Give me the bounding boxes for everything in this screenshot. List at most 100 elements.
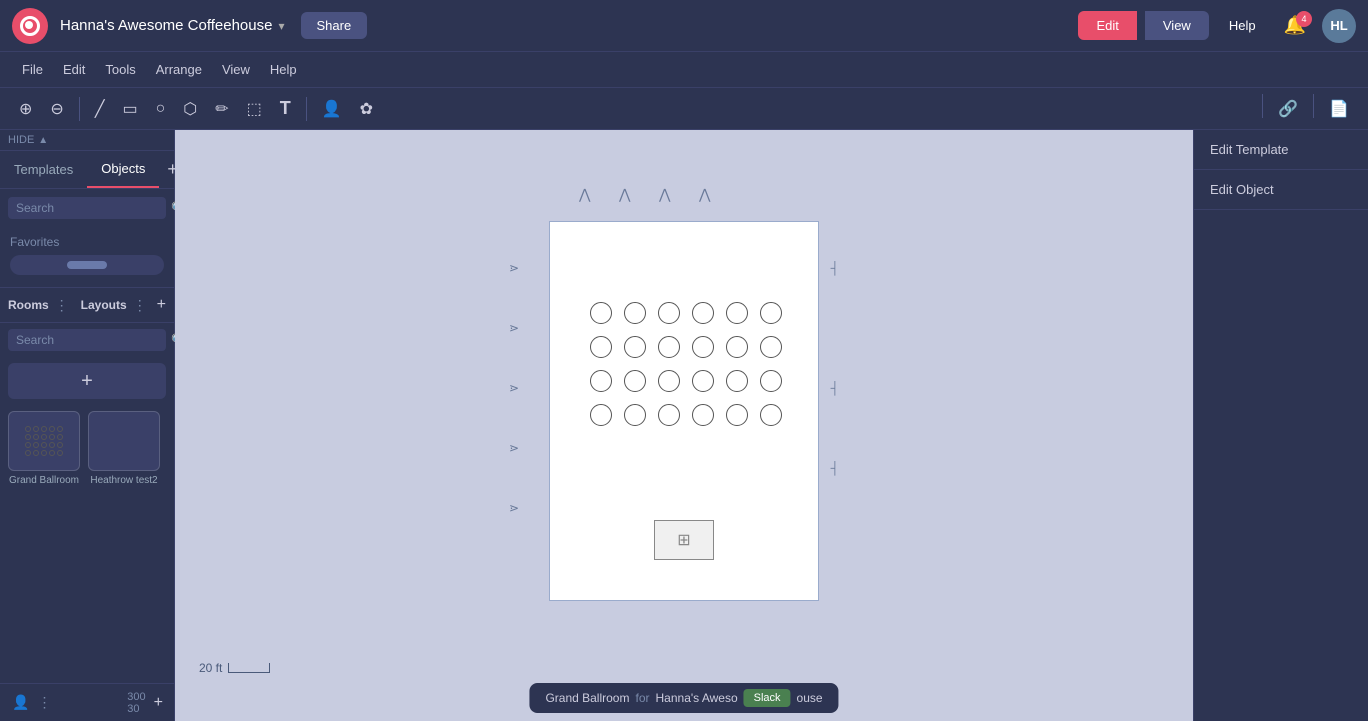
circle-tool[interactable]: ○: [149, 95, 173, 123]
person-tool[interactable]: 👤: [315, 94, 349, 124]
brush-tool[interactable]: ✏: [208, 94, 235, 124]
seat[interactable]: [624, 302, 646, 324]
toolbar-separator-4: [1313, 94, 1314, 118]
notification-badge: 4: [1296, 11, 1312, 27]
edit-mode-button[interactable]: Edit: [1078, 11, 1136, 40]
seat[interactable]: [726, 302, 748, 324]
favorites-label: Favorites: [10, 235, 164, 249]
top-marker-1: ⋀: [579, 186, 590, 203]
top-marker-3: ⋀: [659, 186, 670, 203]
image-tool[interactable]: ⬚: [240, 94, 269, 124]
status-venue-name: Hanna's Aweso: [656, 691, 738, 705]
hide-chevron-icon[interactable]: ▲: [38, 135, 48, 146]
seat[interactable]: [658, 302, 680, 324]
right-sidebar: Edit Template Edit Object: [1193, 130, 1368, 721]
shape-tool[interactable]: ✿: [353, 94, 380, 124]
seat[interactable]: [692, 336, 714, 358]
canvas-area[interactable]: ⋀ ⋀ ⋀ ⋀ ⋗ ⋗ ⋗ ⋗ ⋗ ┤ ┤ ┤: [175, 130, 1193, 721]
seat[interactable]: [624, 404, 646, 426]
bottom-add-button[interactable]: +: [150, 690, 167, 716]
menu-file[interactable]: File: [12, 58, 53, 81]
layout-thumb-heathrow[interactable]: Heathrow test2: [88, 411, 160, 486]
right-marker-3: ┤: [830, 461, 839, 475]
seat[interactable]: [624, 370, 646, 392]
slack-button[interactable]: Slack: [744, 689, 791, 707]
pen-tool[interactable]: ⬡: [176, 94, 204, 124]
workspace-chevron-icon[interactable]: ▾: [278, 19, 284, 33]
seat[interactable]: [760, 404, 782, 426]
bottom-options-button[interactable]: ⋮: [37, 694, 51, 711]
link-tool[interactable]: 🔗: [1271, 94, 1305, 124]
right-sidebar-edit-template[interactable]: Edit Template: [1194, 130, 1368, 170]
right-sidebar-edit-object[interactable]: Edit Object: [1194, 170, 1368, 210]
rooms-label: Rooms: [8, 298, 49, 312]
seat[interactable]: [658, 336, 680, 358]
left-marker-4: ⋗: [509, 441, 519, 455]
toolbar-right: 🔗 📄: [1258, 94, 1356, 124]
export-tool[interactable]: 📄: [1322, 94, 1356, 124]
seat[interactable]: [658, 370, 680, 392]
rooms-options-button[interactable]: ⋮: [55, 297, 69, 314]
seat[interactable]: [726, 404, 748, 426]
help-button[interactable]: Help: [1217, 11, 1268, 40]
menu-view[interactable]: View: [212, 58, 260, 81]
seat[interactable]: [590, 404, 612, 426]
layout-thumb-grand-ballroom[interactable]: Grand Ballroom: [8, 411, 80, 486]
left-marker-1: ⋗: [509, 261, 519, 275]
stage-item[interactable]: ⊞: [654, 520, 714, 560]
rect-tool[interactable]: ▭: [115, 94, 144, 124]
tab-objects[interactable]: Objects: [87, 151, 159, 188]
zoom-out-button[interactable]: ⊖: [43, 94, 70, 124]
hide-label: HIDE: [8, 134, 34, 146]
add-layout-button[interactable]: +: [8, 363, 166, 399]
canvas-content: ⋀ ⋀ ⋀ ⋀ ⋗ ⋗ ⋗ ⋗ ⋗ ┤ ┤ ┤: [175, 130, 1193, 721]
seat[interactable]: [624, 336, 646, 358]
logo-icon[interactable]: [12, 8, 48, 44]
favorites-scrollbar[interactable]: [10, 255, 164, 275]
seats-grid: [590, 302, 784, 428]
sidebar-search-input[interactable]: [16, 201, 171, 215]
menu-bar: File Edit Tools Arrange View Help: [0, 52, 1368, 88]
right-marker-2: ┤: [830, 381, 839, 395]
tab-templates[interactable]: Templates: [0, 152, 87, 187]
left-marker-2: ⋗: [509, 321, 519, 335]
seat[interactable]: [590, 302, 612, 324]
scale-ruler: [228, 663, 270, 673]
seat[interactable]: [760, 302, 782, 324]
layout-thumbnails: Grand Ballroom Heathrow test2: [0, 405, 174, 492]
menu-help[interactable]: Help: [260, 58, 307, 81]
seat[interactable]: [692, 404, 714, 426]
notifications-button[interactable]: 🔔 4: [1276, 11, 1314, 40]
seat[interactable]: [590, 336, 612, 358]
seat[interactable]: [692, 370, 714, 392]
seat[interactable]: [760, 336, 782, 358]
menu-arrange[interactable]: Arrange: [146, 58, 212, 81]
workspace-name: Hanna's Awesome Coffeehouse: [60, 17, 272, 34]
status-pill: Grand Ballroom for Hanna's Aweso Slack o…: [529, 683, 838, 713]
menu-tools[interactable]: Tools: [95, 58, 145, 81]
add-room-button[interactable]: +: [157, 296, 166, 314]
status-venue-suffix: ouse: [797, 691, 823, 705]
seat[interactable]: [760, 370, 782, 392]
toolbar-separator-3: [1262, 94, 1263, 118]
zoom-in-button[interactable]: ⊕: [12, 94, 39, 124]
view-mode-button[interactable]: View: [1145, 11, 1209, 40]
avatar[interactable]: HL: [1322, 9, 1356, 43]
seat[interactable]: [590, 370, 612, 392]
seat[interactable]: [692, 302, 714, 324]
bottom-person-button[interactable]: 👤: [8, 690, 33, 715]
share-button[interactable]: Share: [301, 12, 368, 39]
bottom-coord: 300 30: [127, 691, 145, 715]
seat[interactable]: [726, 336, 748, 358]
rooms-search-input[interactable]: [16, 333, 171, 347]
room-box[interactable]: ⊞: [549, 221, 819, 601]
rooms-search: 🔍: [8, 329, 166, 351]
top-navbar: Hanna's Awesome Coffeehouse ▾ Share Edit…: [0, 0, 1368, 52]
text-tool[interactable]: T: [273, 93, 298, 124]
seat[interactable]: [726, 370, 748, 392]
seat[interactable]: [658, 404, 680, 426]
line-tool[interactable]: ╱: [88, 94, 112, 124]
layout-thumb-img-grand-ballroom: [8, 411, 80, 471]
layouts-options-button[interactable]: ⋮: [133, 297, 147, 314]
menu-edit[interactable]: Edit: [53, 58, 95, 81]
